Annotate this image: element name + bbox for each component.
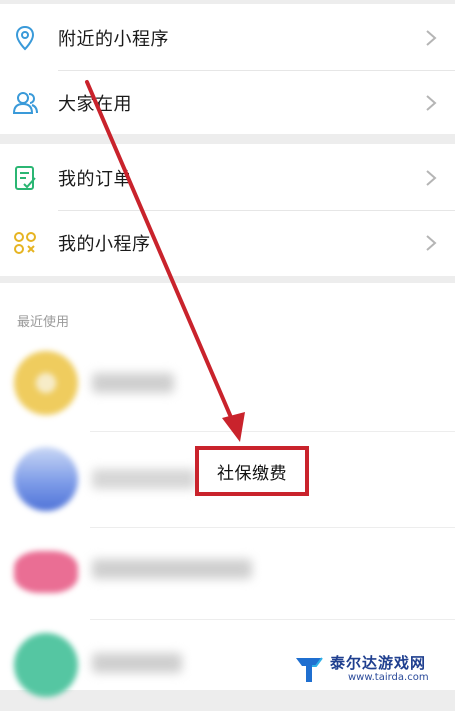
chevron-right-icon xyxy=(426,170,437,186)
mini-program-avatar xyxy=(14,351,78,415)
site-watermark: 泰尔达游戏网 www.tairda.com xyxy=(292,650,452,688)
everyone-using-row[interactable]: 大家在用 xyxy=(0,71,455,135)
order-checklist-icon xyxy=(15,166,36,190)
menu-group-mine: 我的订单 我的小程序 xyxy=(0,144,455,276)
nearby-mini-programs-label: 附近的小程序 xyxy=(58,29,169,50)
chevron-right-icon xyxy=(426,95,437,111)
item-divider xyxy=(90,619,455,620)
watermark-url: www.tairda.com xyxy=(348,672,429,683)
nearby-mini-programs-row[interactable]: 附近的小程序 xyxy=(0,6,455,70)
my-mini-programs-label: 我的小程序 xyxy=(58,234,151,255)
social-security-payment-label: 社保缴费 xyxy=(217,463,287,484)
item-divider xyxy=(90,431,455,432)
everyone-using-label: 大家在用 xyxy=(58,94,132,115)
watermark-logo-icon xyxy=(296,657,323,682)
location-pin-icon xyxy=(15,25,35,51)
recent-item-1[interactable] xyxy=(0,339,455,427)
annotation-highlight-box: 社保缴费 xyxy=(195,446,309,496)
chevron-right-icon xyxy=(426,235,437,251)
menu-group-top: 附近的小程序 大家在用 xyxy=(0,4,455,134)
mini-program-avatar xyxy=(14,447,78,511)
blurred-title xyxy=(92,373,174,393)
my-mini-programs-row[interactable]: 我的小程序 xyxy=(0,211,455,275)
item-divider xyxy=(90,527,455,528)
my-orders-label: 我的订单 xyxy=(58,169,132,190)
blurred-title xyxy=(92,653,182,673)
mini-program-icon xyxy=(14,232,36,254)
watermark-name: 泰尔达游戏网 xyxy=(330,654,427,672)
blurred-title xyxy=(92,469,196,489)
recent-item-3[interactable] xyxy=(0,529,455,617)
chevron-right-icon xyxy=(426,30,437,46)
my-orders-row[interactable]: 我的订单 xyxy=(0,146,455,210)
blurred-title xyxy=(92,559,252,579)
mini-program-avatar xyxy=(14,551,78,593)
people-icon xyxy=(12,92,38,114)
recent-section-title: 最近使用 xyxy=(17,315,70,330)
mini-program-avatar xyxy=(14,633,78,697)
